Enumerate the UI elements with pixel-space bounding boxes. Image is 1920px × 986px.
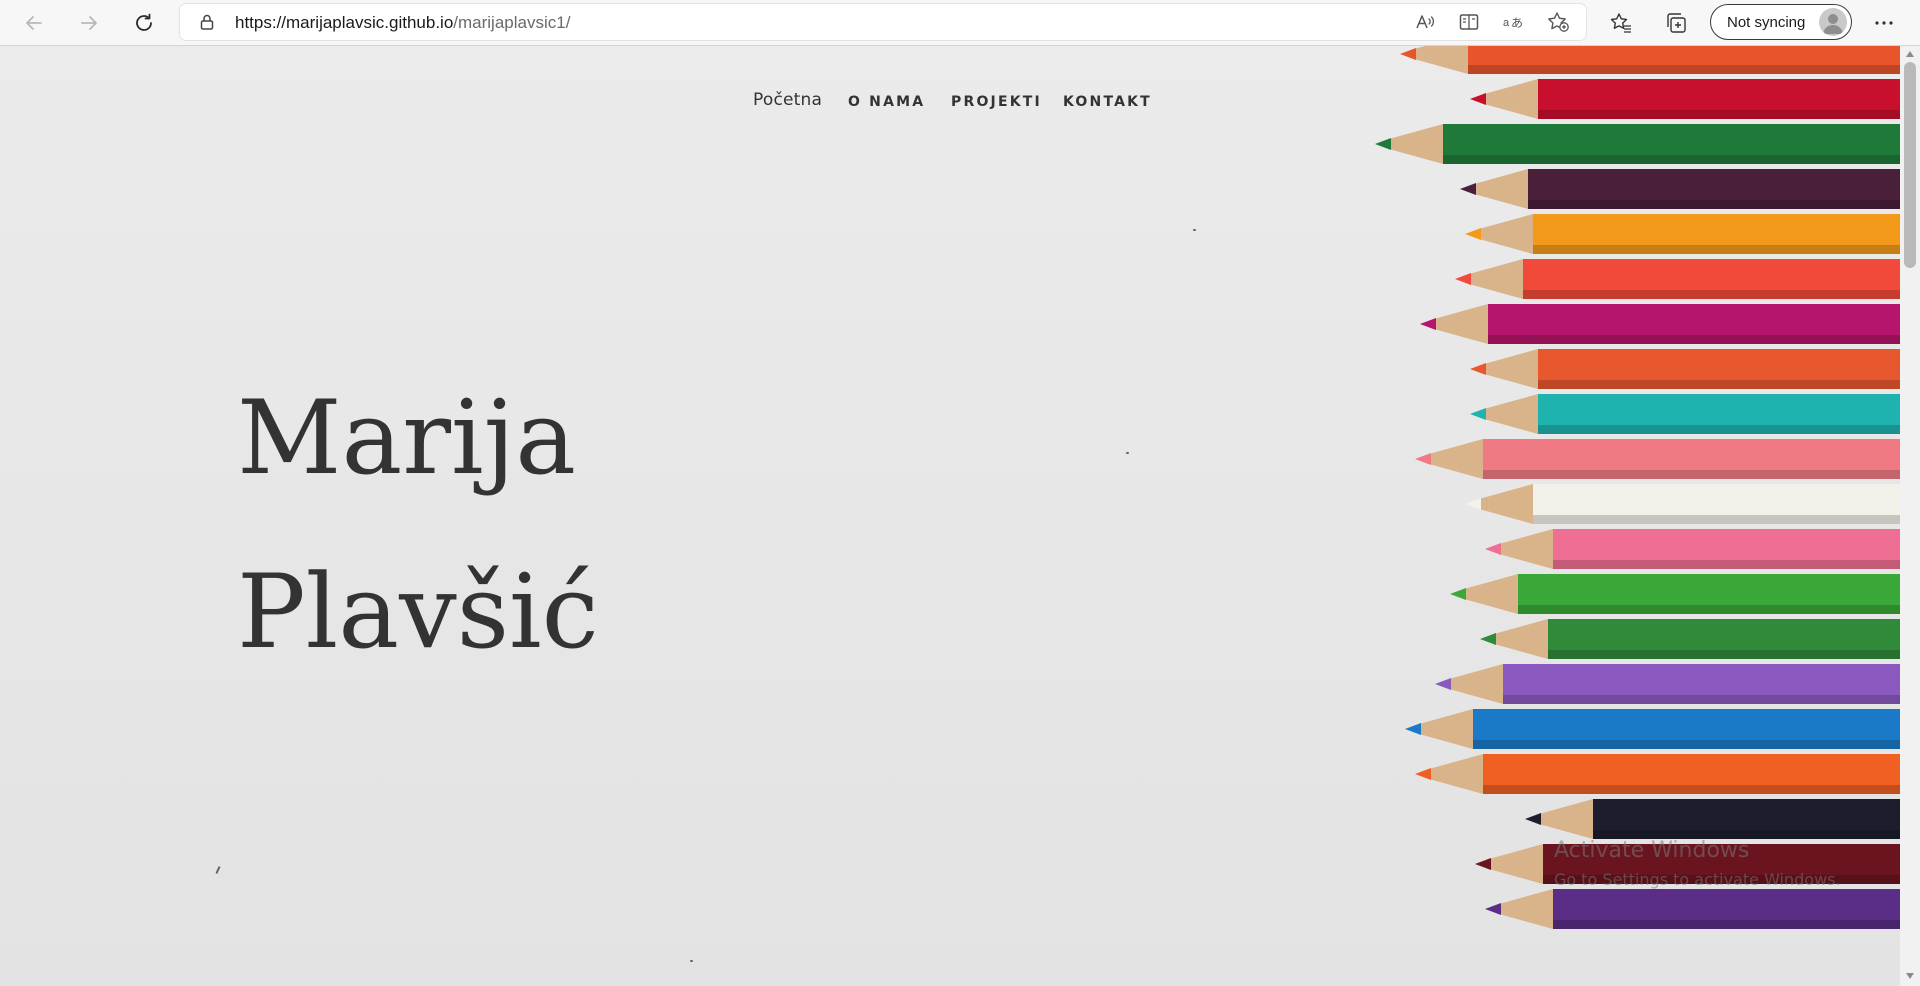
pencil: [1435, 664, 1900, 704]
hero-first-name: Marija: [237, 379, 577, 498]
site-navigation: Početna O NAMA PROJEKTI KONTAKT: [0, 90, 1900, 120]
url-text[interactable]: https://marijaplavsic.github.io/marijapl…: [235, 13, 570, 33]
svg-text:あ: あ: [1511, 16, 1523, 30]
nav-link-home[interactable]: Početna: [753, 90, 822, 110]
profile-icon: [1823, 14, 1843, 34]
address-bar[interactable]: https://marijaplavsic.github.io/marijapl…: [180, 4, 1586, 40]
paper-speck: [1126, 452, 1129, 454]
pencil: [1415, 754, 1900, 794]
nav-link-about[interactable]: O NAMA: [848, 94, 925, 110]
forward-arrow-icon: [81, 16, 97, 30]
refresh-icon: [136, 13, 152, 31]
pencil: [1485, 529, 1900, 569]
pencil: [1455, 259, 1900, 299]
pencil: [1450, 574, 1900, 614]
url-host: https://marijaplavsic.github.io: [235, 13, 454, 32]
sync-status-label: Not syncing: [1727, 14, 1806, 31]
collections-icon: [1667, 13, 1686, 33]
back-arrow-icon: [26, 16, 42, 30]
scrollbar-thumb[interactable]: [1904, 62, 1916, 268]
translate-icon: a あ: [1503, 16, 1523, 30]
scroll-up-arrow-icon[interactable]: [1905, 50, 1915, 58]
pencil: [1375, 124, 1900, 164]
refresh-button[interactable]: [128, 7, 160, 39]
pencil: [1525, 799, 1900, 839]
read-aloud-icon: [1416, 15, 1435, 29]
paper-speck: [690, 960, 693, 962]
pencil: [1415, 439, 1900, 479]
read-aloud-button[interactable]: [1413, 10, 1437, 34]
settings-more-button[interactable]: [1870, 9, 1898, 37]
immersive-reader-icon: [1459, 14, 1479, 30]
translate-button[interactable]: a あ: [1501, 10, 1525, 34]
pencil: [1485, 889, 1900, 929]
scroll-down-arrow-icon[interactable]: [1905, 972, 1915, 980]
nav-link-projects[interactable]: PROJEKTI: [951, 94, 1042, 110]
back-button[interactable]: [18, 7, 50, 39]
pencil: [1405, 709, 1900, 749]
windows-activation-subtitle: Go to Settings to activate Windows.: [1554, 870, 1841, 889]
profile-sync-button[interactable]: Not syncing: [1710, 4, 1852, 40]
url-path: /marijaplavsic1/: [453, 13, 571, 32]
pencil: [1470, 394, 1900, 434]
pencil: [1465, 484, 1900, 524]
paper-speck: [215, 865, 221, 875]
immersive-reader-button[interactable]: [1457, 10, 1481, 34]
add-favorite-icon: [1548, 12, 1569, 32]
paper-speck: [1193, 229, 1196, 231]
pencil: [1420, 304, 1900, 344]
pencil: [1465, 214, 1900, 254]
svg-text:a: a: [1503, 17, 1510, 29]
browser-toolbar: https://marijaplavsic.github.io/marijapl…: [0, 0, 1920, 46]
hero-last-name: Plavšić: [237, 553, 599, 672]
pencil: [1470, 349, 1900, 389]
windows-activation-title: Activate Windows: [1554, 838, 1750, 863]
pencil: [1480, 619, 1900, 659]
add-favorite-button[interactable]: [1546, 10, 1570, 34]
avatar: [1819, 8, 1847, 36]
lock-icon[interactable]: [198, 13, 216, 31]
more-icon: [1875, 21, 1893, 25]
pencil: [1400, 46, 1900, 74]
page-scrollbar[interactable]: [1900, 46, 1920, 986]
forward-button[interactable]: [73, 7, 105, 39]
collections-button[interactable]: [1662, 9, 1690, 37]
favorites-icon: [1610, 13, 1631, 33]
favorites-button[interactable]: [1607, 9, 1635, 37]
pencil: [1460, 169, 1900, 209]
nav-link-contact[interactable]: KONTAKT: [1063, 94, 1152, 110]
